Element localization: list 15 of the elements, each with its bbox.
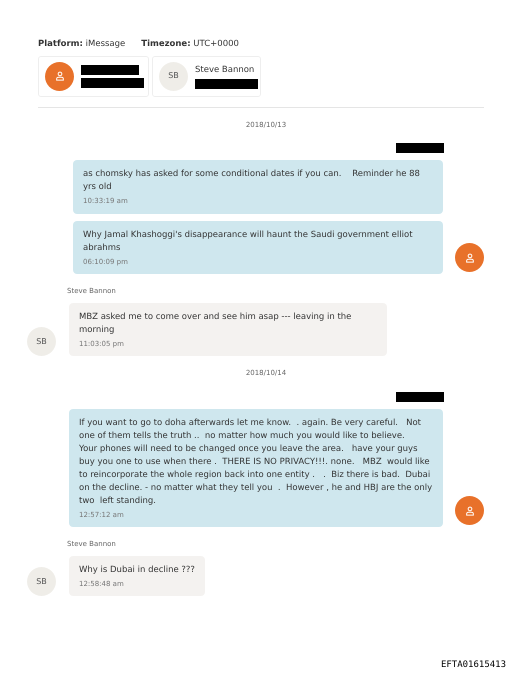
redaction-bar bbox=[396, 392, 444, 402]
platform-label: Platform: iMessage bbox=[38, 38, 126, 51]
participant-name: Steve Bannon bbox=[195, 64, 256, 77]
redaction-bar bbox=[396, 143, 444, 154]
redaction-bar bbox=[195, 78, 258, 89]
timezone-label: Timezone: UTC+0000 bbox=[141, 38, 239, 51]
document-id: EFTA01615413 bbox=[440, 660, 506, 670]
avatar-initials: SB bbox=[159, 62, 188, 91]
avatar-initials: SB bbox=[27, 327, 56, 356]
avatar-initials: SB bbox=[27, 567, 56, 596]
redaction-bar bbox=[81, 78, 144, 88]
avatar-icon bbox=[455, 496, 484, 526]
avatar-icon bbox=[455, 243, 484, 272]
avatar-icon bbox=[45, 62, 74, 91]
redaction-bar bbox=[81, 64, 139, 75]
